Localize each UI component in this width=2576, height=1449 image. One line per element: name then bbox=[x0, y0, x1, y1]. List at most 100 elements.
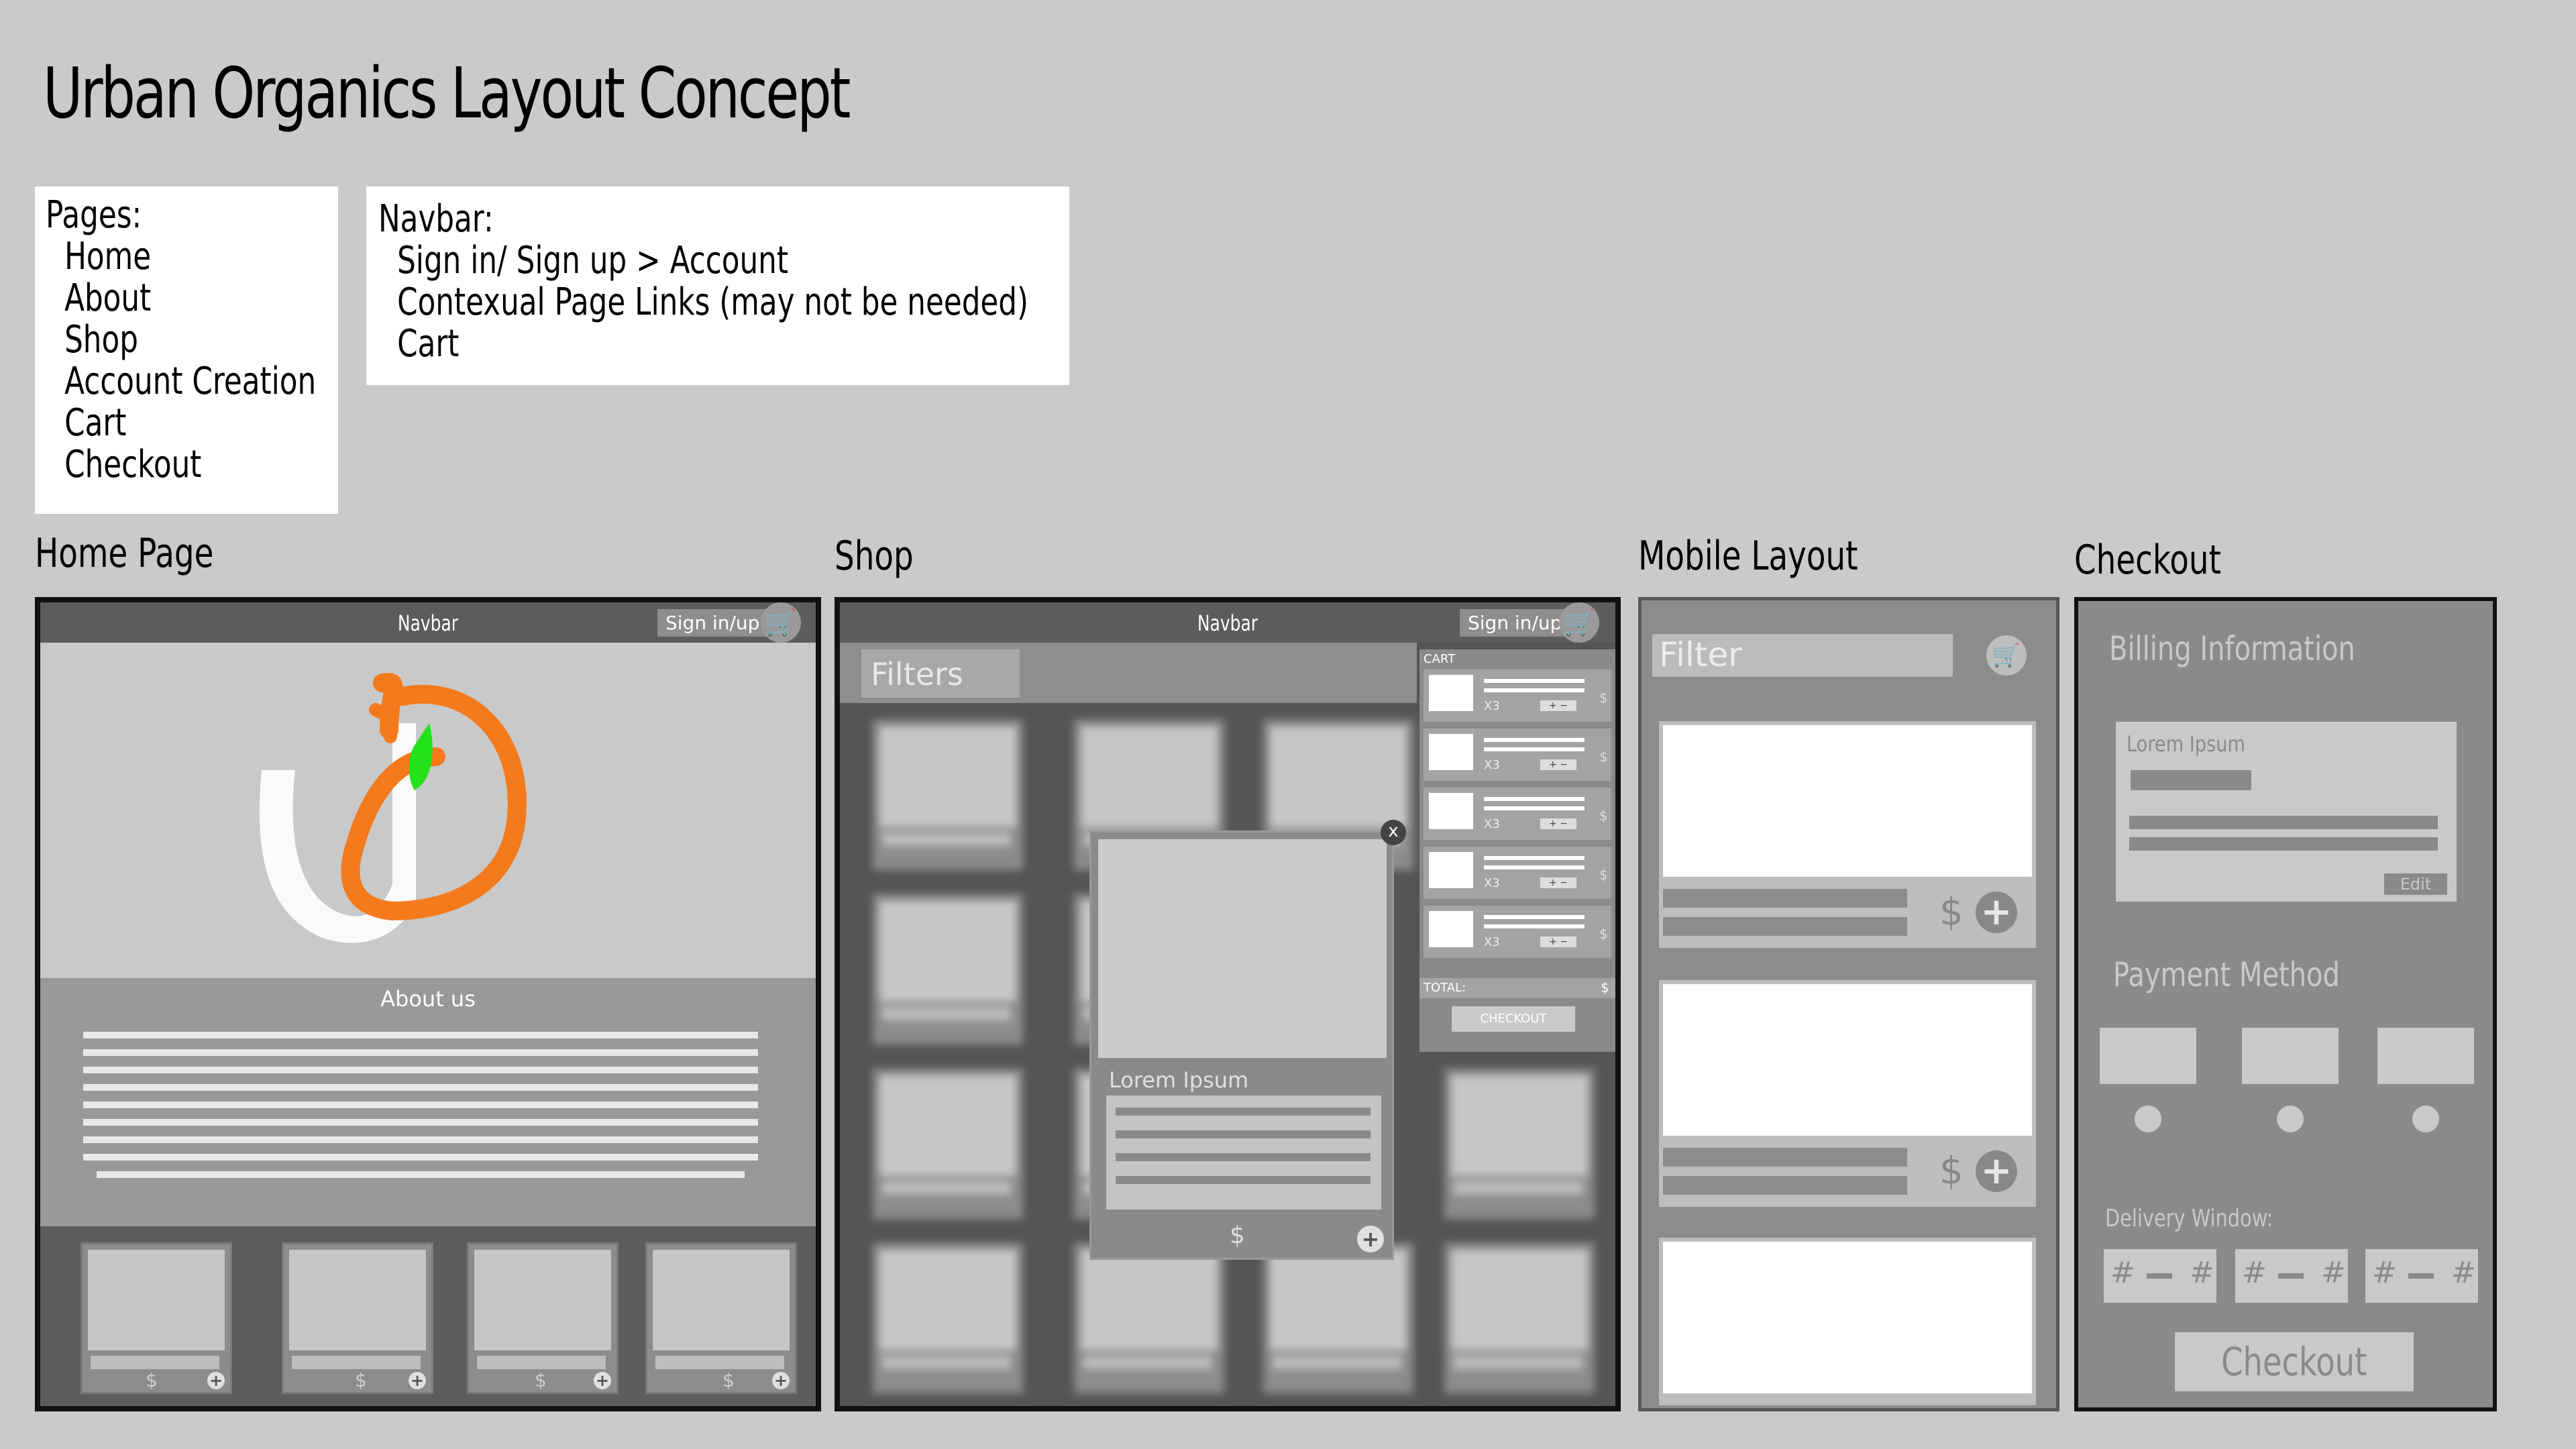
text-line bbox=[97, 1171, 745, 1178]
payment-option[interactable] bbox=[2100, 1028, 2196, 1084]
edit-button[interactable]: Edit bbox=[2384, 873, 2447, 895]
product-image bbox=[289, 1250, 426, 1350]
modal-title: Lorem Ipsum bbox=[1109, 1067, 1249, 1093]
pages-note-item: Shop bbox=[64, 318, 138, 362]
text-line bbox=[1484, 797, 1585, 801]
cart-item-thumb bbox=[1429, 675, 1473, 711]
navbar-note-item: Cart bbox=[397, 322, 460, 366]
add-to-cart-icon[interactable]: + bbox=[409, 1372, 426, 1389]
product-card[interactable] bbox=[872, 1068, 1024, 1220]
cart-heading: CART bbox=[1424, 652, 1456, 666]
text-line bbox=[1484, 806, 1585, 810]
product-card[interactable] bbox=[872, 894, 1024, 1045]
delivery-heading: Delivery Window: bbox=[2105, 1205, 2273, 1232]
cart-item-thumb bbox=[1429, 793, 1473, 829]
qty-stepper[interactable]: + − bbox=[1540, 936, 1576, 947]
mobile-product-card[interactable]: $ + bbox=[1659, 980, 2036, 1207]
modal-description bbox=[1106, 1095, 1381, 1210]
checkout-button-label: Checkout bbox=[2221, 1339, 2367, 1385]
cart-item: X3 + − $ bbox=[1424, 669, 1611, 722]
payment-option[interactable] bbox=[2242, 1028, 2339, 1084]
product-card[interactable] bbox=[1263, 1242, 1414, 1394]
product-card[interactable] bbox=[1444, 1242, 1595, 1394]
cart-item-price: $ bbox=[1599, 749, 1608, 765]
text-line bbox=[83, 1119, 758, 1126]
cart-icon[interactable]: 🛒 bbox=[1559, 602, 1599, 643]
cart-item-thumb bbox=[1429, 852, 1473, 888]
product-name-bar bbox=[1663, 1148, 1907, 1167]
product-image bbox=[1663, 725, 2032, 877]
delivery-window-field[interactable]: # # bbox=[2365, 1249, 2478, 1303]
add-to-cart-icon[interactable]: + bbox=[772, 1372, 790, 1389]
text-line bbox=[1484, 915, 1585, 919]
add-to-cart-icon[interactable]: + bbox=[1357, 1226, 1384, 1252]
mobile-product-card[interactable] bbox=[1659, 1238, 2036, 1405]
home-navbar: Navbar Sign in/up 🛒 bbox=[40, 602, 816, 643]
product-image bbox=[474, 1250, 611, 1350]
product-image bbox=[653, 1250, 790, 1350]
product-price: $ bbox=[722, 1369, 735, 1391]
pages-note-item: About bbox=[64, 276, 152, 320]
pages-note-heading: Pages: bbox=[46, 193, 142, 237]
text-line bbox=[83, 1049, 758, 1056]
payment-heading: Payment Method bbox=[2113, 955, 2340, 994]
sign-in-button[interactable]: Sign in/up bbox=[1460, 609, 1570, 637]
payment-radio[interactable] bbox=[2277, 1106, 2304, 1132]
product-card[interactable] bbox=[1073, 1242, 1225, 1394]
product-name-bar bbox=[1663, 1176, 1907, 1195]
navbar-note-heading: Navbar: bbox=[378, 197, 494, 241]
text-line bbox=[2129, 837, 2438, 851]
shop-navbar: Navbar Sign in/up 🛒 bbox=[840, 602, 1615, 643]
product-card[interactable]: $ + bbox=[80, 1242, 232, 1394]
home-page-mockup: Navbar Sign in/up 🛒 About us $ + $ + $ +… bbox=[35, 597, 821, 1411]
product-price: $ bbox=[1939, 890, 1964, 934]
section-label-mobile: Mobile Layout bbox=[1638, 533, 1858, 580]
payment-option[interactable] bbox=[2377, 1028, 2474, 1084]
mobile-product-card[interactable]: $ + bbox=[1659, 721, 2036, 948]
add-to-cart-icon[interactable]: + bbox=[594, 1372, 611, 1389]
cart-item-price: $ bbox=[1599, 690, 1608, 706]
dash-icon bbox=[2147, 1273, 2172, 1279]
cart-item-qty: X3 bbox=[1484, 876, 1500, 890]
product-card[interactable]: $ + bbox=[282, 1242, 433, 1394]
section-label-shop: Shop bbox=[835, 533, 914, 580]
navbar-note: Navbar: Sign in/ Sign up > Account Conte… bbox=[366, 186, 1069, 385]
cart-icon[interactable]: 🛒 bbox=[761, 602, 801, 643]
product-card[interactable] bbox=[872, 719, 1024, 871]
product-price: $ bbox=[535, 1369, 547, 1391]
qty-stepper[interactable]: + − bbox=[1540, 759, 1576, 770]
text-line bbox=[1116, 1130, 1371, 1138]
delivery-window-field[interactable]: # # bbox=[2104, 1249, 2216, 1303]
product-card[interactable]: $ + bbox=[467, 1242, 619, 1394]
qty-stepper[interactable]: + − bbox=[1540, 700, 1576, 711]
filters-button[interactable]: Filters bbox=[861, 649, 1020, 698]
page-title: Urban Organics Layout Concept bbox=[43, 52, 851, 134]
add-to-cart-icon[interactable]: + bbox=[1976, 1150, 2017, 1192]
product-card[interactable] bbox=[872, 1242, 1024, 1394]
filter-input[interactable]: Filter bbox=[1652, 634, 1953, 677]
navbar-label: Navbar bbox=[397, 610, 459, 636]
payment-radio[interactable] bbox=[2135, 1106, 2161, 1132]
modal-close-icon[interactable]: x bbox=[1381, 820, 1406, 845]
payment-radio[interactable] bbox=[2412, 1106, 2439, 1132]
cart-item: X3 + − $ bbox=[1424, 788, 1611, 840]
add-to-cart-icon[interactable]: + bbox=[1976, 892, 2017, 933]
text-line bbox=[1484, 865, 1585, 869]
cart-checkout-button[interactable]: CHECKOUT bbox=[1452, 1006, 1575, 1032]
cart-item-price: $ bbox=[1599, 926, 1608, 942]
delivery-window-field[interactable]: # # bbox=[2235, 1249, 2348, 1303]
sign-in-button[interactable]: Sign in/up bbox=[657, 609, 768, 637]
cart-icon[interactable]: 🛒 bbox=[1986, 635, 2027, 676]
qty-stepper[interactable]: + − bbox=[1540, 877, 1576, 888]
product-card[interactable]: $ + bbox=[645, 1242, 797, 1394]
product-name-bar bbox=[1663, 917, 1907, 936]
product-price: $ bbox=[355, 1369, 367, 1391]
product-price: $ bbox=[146, 1369, 158, 1391]
product-card[interactable] bbox=[1444, 1068, 1595, 1220]
checkout-button[interactable]: Checkout bbox=[2175, 1332, 2414, 1391]
add-to-cart-icon[interactable]: + bbox=[207, 1372, 225, 1389]
cart-total-label: TOTAL: bbox=[1424, 981, 1466, 995]
qty-stepper[interactable]: + − bbox=[1540, 818, 1576, 829]
pages-note: Pages: Home About Shop Account Creation … bbox=[35, 186, 338, 514]
pages-note-item: Cart bbox=[64, 401, 127, 445]
